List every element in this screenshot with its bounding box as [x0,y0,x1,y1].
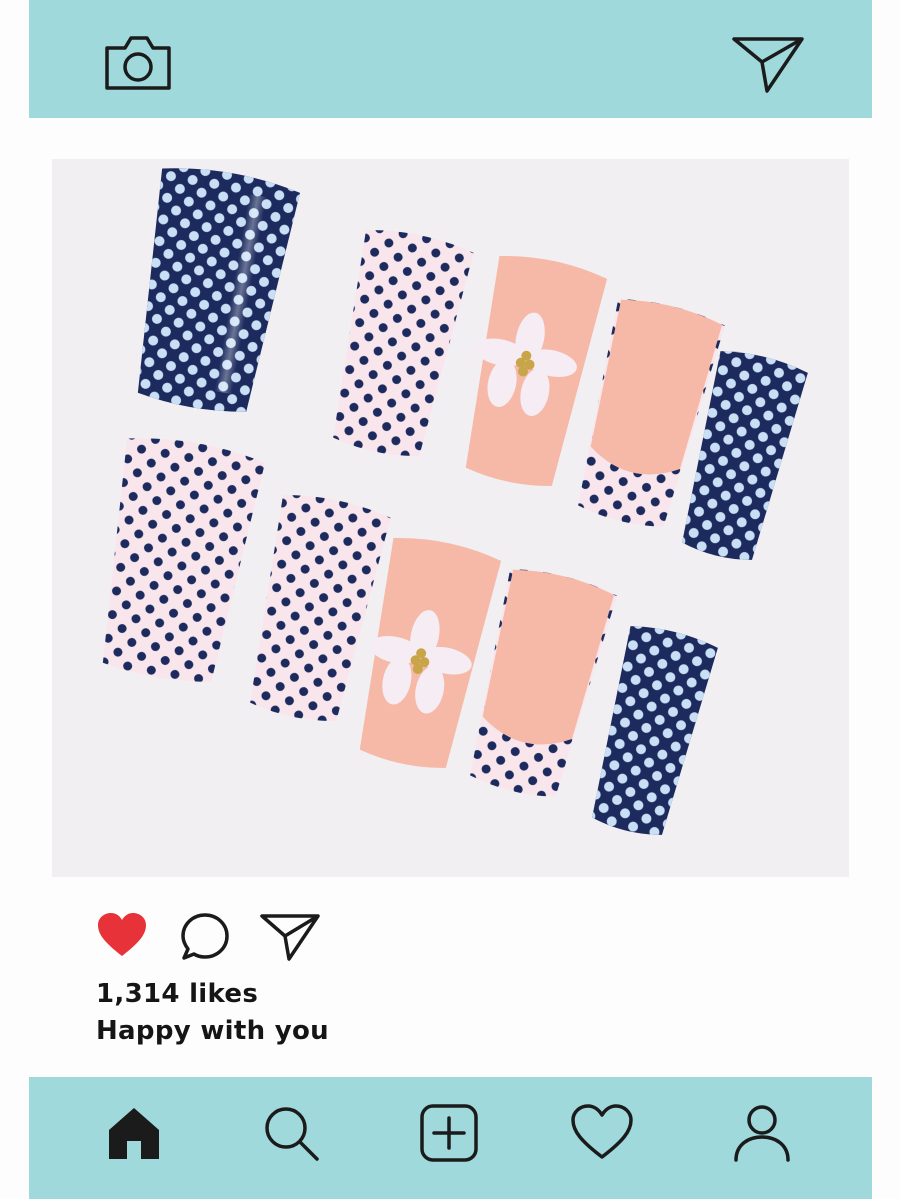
likes-count[interactable]: 1,314 likes [96,979,258,1009]
camera-icon[interactable] [103,34,173,92]
post-caption: Happy with you [96,1016,329,1046]
activity-heart-icon[interactable] [570,1103,634,1161]
share-icon[interactable] [259,912,321,962]
add-post-icon[interactable] [419,1103,479,1163]
paper-plane-icon[interactable] [731,34,805,94]
heart-filled-icon[interactable] [96,912,148,958]
bottom-nav-bar [29,1077,872,1199]
home-icon[interactable] [105,1103,163,1161]
profile-icon[interactable] [732,1103,792,1163]
post-image[interactable] [52,159,849,877]
comment-icon[interactable] [180,912,230,962]
search-icon[interactable] [261,1103,321,1163]
top-app-bar [29,0,872,118]
